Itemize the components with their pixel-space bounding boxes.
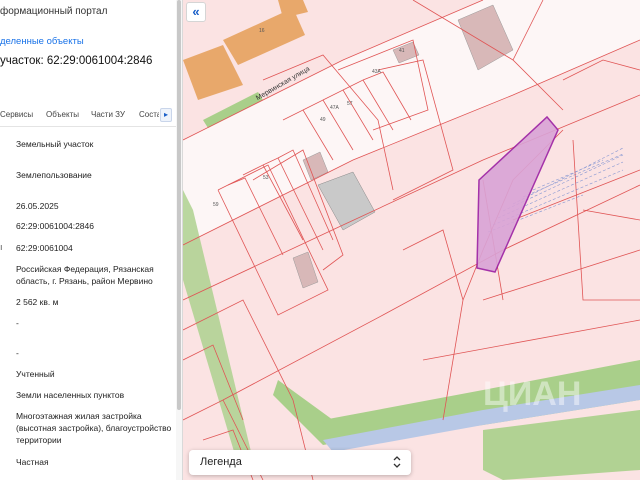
date-value: 26.05.2025 [16,201,59,211]
building-number: 59 [213,202,219,208]
tab-parcel-parts[interactable]: Части ЗУ [91,110,125,119]
tab-bar: Сервисы Объекты Части ЗУ Состав ▸ [0,103,182,127]
panel-scrollbar-thumb[interactable] [177,0,181,410]
status-value: Учтенный [16,369,55,379]
tab-objects[interactable]: Объекты [46,110,79,119]
parcel-heading: участок: 62:29:0061004:2846 [0,55,153,67]
address-value: Российская Федерация, Рязанская область,… [16,264,154,286]
building-number: 47А [330,105,339,111]
cadastral-number-value: 62:29:0061004:2846 [16,221,94,231]
object-kind-value: Землепользование [16,170,92,180]
permitted-use-value: Многоэтажная жилая застройка (высотная з… [16,411,172,445]
selected-objects-link[interactable]: деленные объекты [0,36,84,47]
row-marker: ı [0,242,3,252]
info-panel: формационный портал деленные объекты уча… [0,0,183,480]
map-canvas[interactable]: ЦИАН [183,0,640,480]
building-number: 16 [259,28,265,34]
building-number: 57 [347,101,353,107]
building-number: 53 [263,175,269,181]
area-value: 2 562 кв. м [16,297,59,307]
legend-dropdown[interactable]: Легенда [189,450,411,475]
portal-title: формационный портал [0,6,108,17]
object-type-value: Земельный участок [16,139,94,149]
tab-composition[interactable]: Состав [139,110,159,119]
legend-label: Легенда [200,456,242,468]
empty-value: - [16,318,19,328]
building-number: 43А [372,69,381,75]
tabs-scroll-right-button[interactable]: ▸ [160,108,172,122]
collapse-panel-icon[interactable]: « [186,2,206,22]
cadastral-map[interactable]: ЦИАН 16 41 43А 47А 49 57 53 59 Мервинска… [183,0,640,480]
building-number: 49 [320,117,326,123]
tab-services[interactable]: Сервисы [0,110,33,119]
watermark: ЦИАН [483,375,581,413]
cadastral-quarter-value[interactable]: 62:29:0061004 [16,242,176,254]
ownership-value: Частная [16,457,49,467]
land-category-value: Земли населенных пунктов [16,390,125,400]
empty-value: - [16,348,19,358]
chevron-up-down-icon [392,455,402,471]
app-window: ЦИАН 16 41 43А 47А 49 57 53 59 Мервинска… [0,0,640,480]
building-number: 41 [399,48,405,54]
